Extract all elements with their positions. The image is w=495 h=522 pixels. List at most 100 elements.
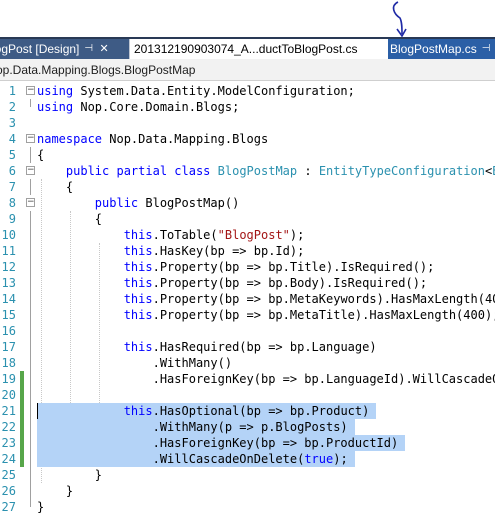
code-line[interactable]: 9 { <box>0 211 495 227</box>
code-text: .HasForeignKey(bp => bp.ProductId) <box>37 435 399 451</box>
code-line[interactable]: 8 − public BlogPostMap() <box>0 195 495 211</box>
code-line[interactable]: 18 .WithMany() <box>0 355 495 371</box>
outline-line <box>30 371 31 387</box>
code-text: this.HasKey(bp => bp.Id); <box>37 243 305 259</box>
code-line[interactable]: 1 − using System.Data.Entity.ModelConfigur… <box>0 83 495 99</box>
code-token: Nop.Core.Domain.Blogs; <box>73 100 240 114</box>
collapse-icon[interactable]: − <box>26 166 35 175</box>
code-line[interactable]: 25 } <box>0 467 495 483</box>
keyword-token: true <box>304 452 334 466</box>
code-line[interactable]: 14 this.Property(bp => bp.MetaKeywords).… <box>0 291 495 307</box>
code-editor[interactable]: 1− using System.Data.Entity.ModelConfigur… <box>0 81 495 522</box>
type-navigation-bar[interactable]: op.Data.Mapping.Blogs.BlogPostMap <box>0 59 495 81</box>
code-token: } <box>37 484 74 498</box>
outline-line <box>30 291 31 307</box>
code-line[interactable]: 22 .WithMany(p => p.BlogPosts) <box>0 419 495 435</box>
code-text: this.Property(bp => bp.Title).IsRequired… <box>37 259 435 275</box>
keyword-token: this <box>123 228 153 242</box>
code-line[interactable]: 3 <box>0 115 495 131</box>
change-marker <box>20 435 24 451</box>
code-line[interactable]: 17 this.HasRequired(bp => bp.Language) <box>0 339 495 355</box>
code-line[interactable]: 24 .WillCascadeOnDelete(true); <box>0 451 495 467</box>
outline-line <box>30 243 31 259</box>
code-line[interactable]: 6 − public partial class BlogPostMap : En… <box>0 163 495 179</box>
tab-migration-file[interactable]: 201312190903074_A...ductToBlogPost.cs <box>129 39 388 59</box>
code-token: ); <box>289 228 305 242</box>
tab-blogpostmap-cs[interactable]: BlogPostMap.cs ⊣ <box>388 39 495 59</box>
line-number: 3 <box>8 116 16 130</box>
line-number: 7 <box>8 180 16 194</box>
close-icon[interactable]: ✕ <box>98 39 110 59</box>
code-line[interactable]: 19 .HasForeignKey(bp => bp.LanguageId).W… <box>0 371 495 387</box>
code-token: .Property(bp => bp.MetaKeywords).HasMaxL… <box>152 292 495 306</box>
code-line[interactable]: 26 } <box>0 483 495 499</box>
code-token: { <box>37 180 74 194</box>
code-line[interactable]: 16 <box>0 323 495 339</box>
code-text: public partial class BlogPostMap : Entit… <box>37 163 495 179</box>
line-number: 13 <box>1 276 16 290</box>
keyword-token: this <box>123 260 153 274</box>
code-line[interactable]: 13 this.Property(bp => bp.Body).IsRequir… <box>0 275 495 291</box>
code-line[interactable]: 10 this.ToTable("BlogPost"); <box>0 227 495 243</box>
keyword-token: this <box>123 308 153 322</box>
line-number: 6 <box>8 164 16 178</box>
annotation-arrow-icon <box>392 1 407 38</box>
line-number: 16 <box>1 324 16 338</box>
tab-label: BlogPostMap.cs <box>390 42 477 56</box>
change-marker <box>20 451 24 467</box>
code-line[interactable]: 23 .HasForeignKey(bp => bp.ProductId) <box>0 435 495 451</box>
line-number: 23 <box>1 436 16 450</box>
code-token: } <box>37 500 45 514</box>
outline-line <box>30 179 31 195</box>
code-line[interactable]: 4 − namespace Nop.Data.Mapping.Blogs <box>0 131 495 147</box>
outline-line <box>30 387 31 403</box>
change-marker <box>20 371 24 387</box>
code-token: { <box>37 212 103 226</box>
code-line[interactable]: 27} <box>0 499 495 515</box>
outline-line <box>30 499 31 507</box>
code-text: } <box>37 483 73 499</box>
code-line[interactable]: 2 using Nop.Core.Domain.Blogs; <box>0 99 495 115</box>
code-line[interactable]: 20 <box>0 387 495 403</box>
collapse-icon[interactable]: − <box>26 198 35 207</box>
line-number: 5 <box>8 148 16 162</box>
tab-label: 201312190903074_A...ductToBlogPost.cs <box>134 42 358 56</box>
code-line[interactable]: 12 this.Property(bp => bp.Title).IsRequi… <box>0 259 495 275</box>
code-token: { <box>37 148 45 162</box>
code-token: System.Data.Entity.ModelConfiguration; <box>73 84 355 98</box>
code-text: .WithMany() <box>37 355 232 371</box>
outline-line <box>30 323 31 339</box>
keyword-token: namespace <box>37 132 103 146</box>
document-tab-bar: logPost [Design] ⊣ ✕ 201312190903074_A..… <box>0 37 495 59</box>
outline-line <box>30 227 31 243</box>
code-line[interactable]: 5{ <box>0 147 495 163</box>
code-line[interactable]: 11 this.HasKey(bp => bp.Id); <box>0 243 495 259</box>
keyword-token: public <box>94 196 139 210</box>
code-token: .Property(bp => bp.MetaTitle).HasMaxLeng… <box>152 308 495 322</box>
tab-blogpost-design[interactable]: logPost [Design] ⊣ ✕ <box>0 39 129 59</box>
code-token: .ToTable( <box>152 228 218 242</box>
type-dropdown-value[interactable]: op.Data.Mapping.Blogs.BlogPostMap <box>0 59 195 81</box>
pin-icon[interactable]: ⊣ <box>83 39 95 59</box>
code-text: } <box>37 499 44 515</box>
pin-icon[interactable]: ⊣ <box>480 39 492 59</box>
line-number: 8 <box>8 196 16 210</box>
code-token: .HasOptional(bp => bp.Product) <box>152 404 370 418</box>
outline-line <box>30 211 31 227</box>
code-text: this.Property(bp => bp.MetaTitle).HasMax… <box>37 307 495 323</box>
code-token: .HasKey(bp => bp.Id); <box>152 244 305 258</box>
outline-line <box>30 403 31 419</box>
tab-label: logPost [Design] <box>0 42 80 56</box>
code-line[interactable]: 21 this.HasOptional(bp => bp.Product) <box>0 403 495 419</box>
code-line[interactable]: 7 { <box>0 179 495 195</box>
code-token: BlogPostMap() <box>138 196 240 210</box>
collapse-icon[interactable]: − <box>26 86 35 95</box>
collapse-icon[interactable]: − <box>26 134 35 143</box>
code-line[interactable]: 15 this.Property(bp => bp.MetaTitle).Has… <box>0 307 495 323</box>
outline-line <box>30 339 31 355</box>
line-number: 9 <box>8 212 16 226</box>
